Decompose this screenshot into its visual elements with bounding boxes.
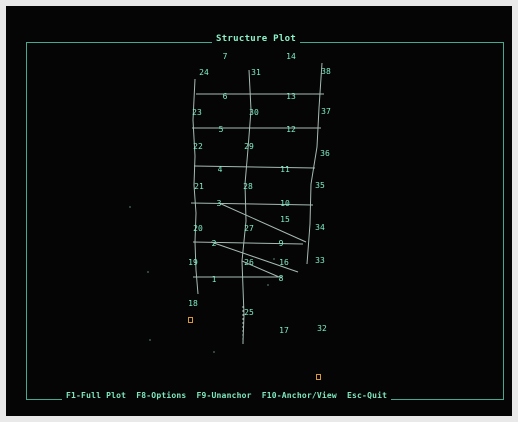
function-key-bar: F1-Full Plot F8-Options F9-Unanchor F10-…: [62, 391, 392, 400]
grid-point: [213, 351, 215, 353]
node-label-17[interactable]: 17: [275, 327, 293, 335]
node-label-2[interactable]: 2: [205, 240, 223, 248]
node-label-33[interactable]: 33: [311, 257, 329, 265]
node-label-15[interactable]: 15: [276, 216, 294, 224]
node-label-25[interactable]: 25: [240, 309, 258, 317]
node-label-36[interactable]: 36: [316, 150, 334, 158]
f10-anchor-view-key[interactable]: F10-Anchor/View: [262, 391, 337, 400]
f1-full-plot-key[interactable]: F1-Full Plot: [66, 391, 126, 400]
node-label-24[interactable]: 24: [195, 69, 213, 77]
node-label-11[interactable]: 11: [276, 166, 294, 174]
node-label-5[interactable]: 5: [212, 126, 230, 134]
node-label-28[interactable]: 28: [239, 183, 257, 191]
node-label-13[interactable]: 13: [282, 93, 300, 101]
node-label-1[interactable]: 1: [205, 276, 223, 284]
node-label-21[interactable]: 21: [190, 183, 208, 191]
node-label-14[interactable]: 14: [282, 53, 300, 61]
node-label-8[interactable]: 8: [272, 275, 290, 283]
node-label-7[interactable]: 7: [216, 53, 234, 61]
terminal-screen: Structure Plot 7 14 24 31 38 6 13 23 30 …: [6, 6, 512, 416]
node-label-30[interactable]: 30: [245, 109, 263, 117]
node-label-32[interactable]: 32: [313, 325, 331, 333]
support-marker[interactable]: [188, 317, 193, 323]
node-label-20[interactable]: 20: [189, 225, 207, 233]
grid-point: [129, 206, 131, 208]
node-label-38[interactable]: 38: [317, 68, 335, 76]
node-label-27[interactable]: 27: [240, 225, 258, 233]
node-label-3[interactable]: 3: [210, 200, 228, 208]
f9-unanchor-key[interactable]: F9-Unanchor: [196, 391, 251, 400]
f8-options-key[interactable]: F8-Options: [136, 391, 186, 400]
node-label-6[interactable]: 6: [216, 93, 234, 101]
grid-point: [147, 271, 149, 273]
node-label-29[interactable]: 29: [240, 143, 258, 151]
node-label-31[interactable]: 31: [247, 69, 265, 77]
node-label-18[interactable]: 18: [184, 300, 202, 308]
node-label-37[interactable]: 37: [317, 108, 335, 116]
node-label-9[interactable]: 9: [272, 240, 290, 248]
node-label-35[interactable]: 35: [311, 182, 329, 190]
node-label-4[interactable]: 4: [211, 166, 229, 174]
esc-quit-key[interactable]: Esc-Quit: [347, 391, 387, 400]
node-label-26[interactable]: 26: [240, 259, 258, 267]
node-label-23[interactable]: 23: [188, 109, 206, 117]
grid-point: [149, 339, 151, 341]
node-label-16[interactable]: 16: [275, 259, 293, 267]
anchor-marker[interactable]: [316, 374, 321, 380]
node-label-22[interactable]: 22: [189, 143, 207, 151]
node-label-19[interactable]: 19: [184, 259, 202, 267]
column-right: [306, 62, 323, 265]
node-label-10[interactable]: 10: [276, 200, 294, 208]
node-label-12[interactable]: 12: [282, 126, 300, 134]
grid-point: [267, 284, 269, 286]
node-label-34[interactable]: 34: [311, 224, 329, 232]
